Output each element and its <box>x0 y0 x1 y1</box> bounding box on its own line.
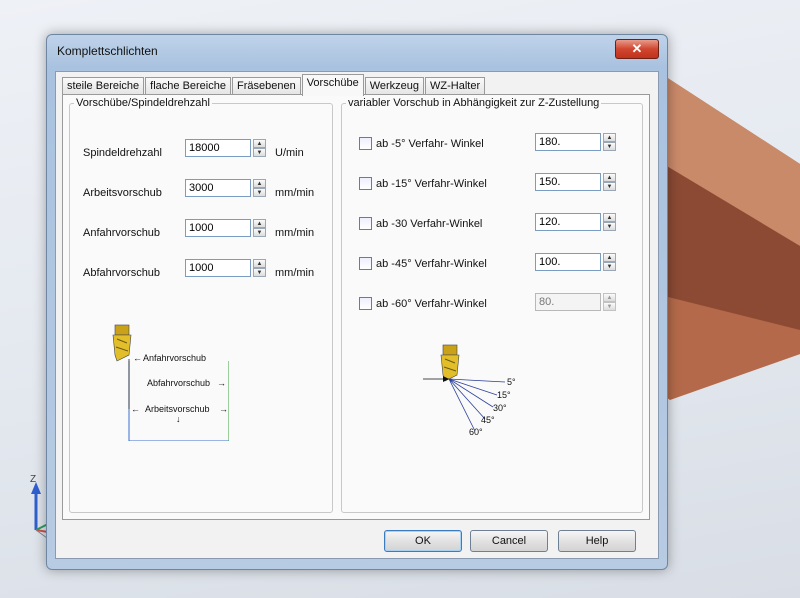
label-30deg: ab -30 Verfahr-Winkel <box>376 217 483 230</box>
arbeitsvorschub-input[interactable] <box>185 179 251 197</box>
checkbox-45deg[interactable] <box>359 257 372 270</box>
angle-60-label: 60° <box>469 427 483 437</box>
abfahrvorschub-input[interactable] <box>185 259 251 277</box>
spin-up-icon[interactable]: ▲ <box>253 219 266 228</box>
checkbox-row-45deg: ab -45° Verfahr-Winkel <box>359 257 487 270</box>
unit-anfahrvorschub: mm/min <box>275 227 315 239</box>
spindeldrehzahl-input[interactable] <box>185 139 251 157</box>
anfahrvorschub-input[interactable] <box>185 219 251 237</box>
spinner-15deg: ▲▼ <box>535 173 616 191</box>
group-variable-feed-legend: variabler Vorschub in Abhängigkeit zur Z… <box>348 97 600 109</box>
spindeldrehzahl-spinner: ▲▼ <box>185 139 266 157</box>
ok-button[interactable]: OK <box>384 530 462 552</box>
abfahrvorschub-spinner: ▲▼ <box>185 259 266 277</box>
unit-spindeldrehzahl: U/min <box>275 147 304 159</box>
diag-abfahr-label: Abfahrvorschub <box>147 378 210 388</box>
spin-down-icon[interactable]: ▼ <box>253 148 266 157</box>
spin-up-icon[interactable]: ▲ <box>603 213 616 222</box>
spin-down-icon[interactable]: ▼ <box>603 182 616 191</box>
spin-down-icon[interactable]: ▼ <box>253 228 266 237</box>
label-15deg: ab -15° Verfahr-Winkel <box>376 177 487 190</box>
spin-down-icon[interactable]: ▼ <box>253 268 266 277</box>
spinner-60deg: ▲▼ <box>535 293 616 311</box>
window-title: Komplettschlichten <box>57 44 158 58</box>
arrow-right-icon: → <box>219 404 228 414</box>
tab-steile-bereiche[interactable]: steile Bereiche <box>62 77 145 95</box>
spin-up-icon[interactable]: ▲ <box>253 259 266 268</box>
arrow-down-icon: ↓ <box>176 414 181 424</box>
arrow-left-icon: ← <box>131 404 140 414</box>
unit-arbeitsvorschub: mm/min <box>275 187 315 199</box>
arrow-right-icon: → <box>217 378 226 388</box>
group-feeds-spindle: Vorschübe/Spindeldrehzahl <box>69 97 333 513</box>
angle-30-label: 30° <box>493 403 507 413</box>
checkbox-row-15deg: ab -15° Verfahr-Winkel <box>359 177 487 190</box>
spin-up-icon[interactable]: ▲ <box>603 253 616 262</box>
spin-down-icon[interactable]: ▼ <box>253 188 266 197</box>
spin-up-icon[interactable]: ▲ <box>603 293 616 302</box>
tab-flache-bereiche[interactable]: flache Bereiche <box>145 77 231 95</box>
input-30deg[interactable] <box>535 213 601 231</box>
diag-arbeits-label: Arbeitsvorschub <box>145 404 210 414</box>
cancel-button[interactable]: Cancel <box>470 530 548 552</box>
spin-down-icon[interactable]: ▼ <box>603 302 616 311</box>
spin-up-icon[interactable]: ▲ <box>253 139 266 148</box>
tab-fraesebenen[interactable]: Fräsebenen <box>231 77 301 95</box>
spin-up-icon[interactable]: ▲ <box>603 133 616 142</box>
spin-down-icon[interactable]: ▼ <box>603 142 616 151</box>
label-anfahrvorschub: Anfahrvorschub <box>83 227 161 239</box>
tab-werkzeug[interactable]: Werkzeug <box>364 77 425 95</box>
help-button[interactable]: Help <box>558 530 636 552</box>
input-5deg[interactable] <box>535 133 601 151</box>
spin-up-icon[interactable]: ▲ <box>253 179 266 188</box>
milling-tool-icon <box>112 324 132 362</box>
angle-15-label: 15° <box>497 390 511 400</box>
spinner-30deg: ▲▼ <box>535 213 616 231</box>
checkbox-row-5deg: ab -5° Verfahr- Winkel <box>359 137 484 150</box>
arrow-left-icon: ← <box>133 353 142 363</box>
angle-diagram: 5° 15° 30° 45° 60° <box>423 344 515 437</box>
checkbox-5deg[interactable] <box>359 137 372 150</box>
arbeitsvorschub-spinner: ▲▼ <box>185 179 266 197</box>
input-15deg[interactable] <box>535 173 601 191</box>
label-60deg: ab -60° Verfahr-Winkel <box>376 297 487 310</box>
label-spindeldrehzahl: Spindeldrehzahl <box>83 147 162 159</box>
axis-z-label: Z <box>30 474 36 485</box>
checkbox-15deg[interactable] <box>359 177 372 190</box>
tab-vorschuebe[interactable]: Vorschübe <box>301 74 364 96</box>
label-arbeitsvorschub: Arbeitsvorschub <box>83 187 162 199</box>
spin-down-icon[interactable]: ▼ <box>603 262 616 271</box>
tab-strip: steile Bereiche flache Bereiche Fräseben… <box>62 74 486 96</box>
checkbox-30deg[interactable] <box>359 217 372 230</box>
diag-anfahr-label: Anfahrvorschub <box>143 353 206 363</box>
label-45deg: ab -45° Verfahr-Winkel <box>376 257 487 270</box>
spinner-45deg: ▲▼ <box>535 253 616 271</box>
checkbox-60deg[interactable] <box>359 297 372 310</box>
dialog-window: Komplettschlichten ✕ steile Bereiche fla… <box>46 34 668 570</box>
unit-abfahrvorschub: mm/min <box>275 267 315 279</box>
angle-5-label: 5° <box>507 377 515 387</box>
tab-page-vorschuebe: Vorschübe/Spindeldrehzahl Spindeldrehzah… <box>62 94 650 520</box>
feed-path-diagram: Anfahrvorschub ← Abfahrvorschub → Arbeit… <box>112 324 229 441</box>
dialog-client: steile Bereiche flache Bereiche Fräseben… <box>55 71 659 559</box>
input-60deg[interactable] <box>535 293 601 311</box>
spinner-5deg: ▲▼ <box>535 133 616 151</box>
group-feeds-legend: Vorschübe/Spindeldrehzahl <box>76 97 210 109</box>
milling-tool-icon <box>440 344 460 382</box>
input-45deg[interactable] <box>535 253 601 271</box>
close-button[interactable]: ✕ <box>615 39 659 59</box>
title-bar[interactable]: Komplettschlichten ✕ <box>47 35 667 63</box>
checkbox-row-60deg: ab -60° Verfahr-Winkel <box>359 297 487 310</box>
angle-45-label: 45° <box>481 415 495 425</box>
spin-down-icon[interactable]: ▼ <box>603 222 616 231</box>
checkbox-row-30deg: ab -30 Verfahr-Winkel <box>359 217 482 230</box>
anfahrvorschub-spinner: ▲▼ <box>185 219 266 237</box>
spin-up-icon[interactable]: ▲ <box>603 173 616 182</box>
label-5deg: ab -5° Verfahr- Winkel <box>376 137 484 150</box>
tab-wz-halter[interactable]: WZ-Halter <box>425 77 486 95</box>
label-abfahrvorschub: Abfahrvorschub <box>83 267 161 279</box>
